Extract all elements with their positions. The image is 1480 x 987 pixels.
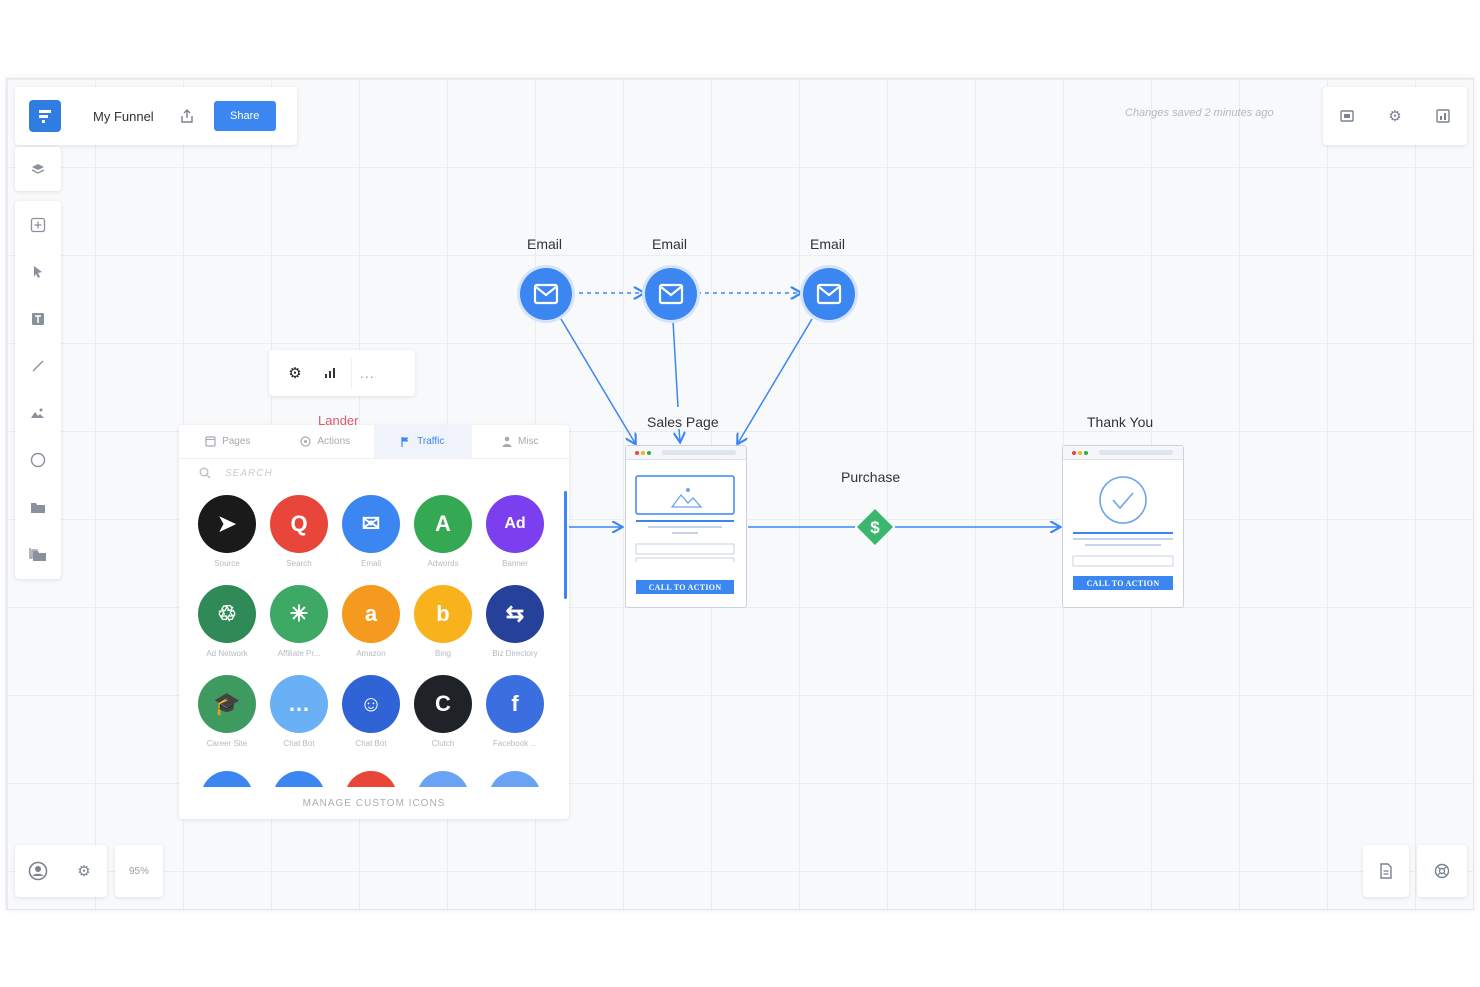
dollar-diamond-icon: $: [857, 509, 893, 545]
envelope-icon: [658, 283, 684, 305]
email-node-label-3: Email: [810, 236, 846, 252]
thank-you-label: Thank You: [1087, 414, 1154, 430]
email-node-label-1: Email: [527, 236, 563, 252]
purchase-node[interactable]: $: [856, 508, 894, 546]
sales-cta-button: CALL TO ACTION: [636, 580, 734, 594]
envelope-icon: [816, 283, 842, 305]
sales-page-node[interactable]: CALL TO ACTION: [625, 445, 747, 608]
email-node-1[interactable]: [520, 268, 572, 320]
browser-bar: [1063, 446, 1183, 460]
browser-bar: [626, 446, 746, 460]
funnel-editor: My Funnel Share Changes saved 2 minutes …: [6, 78, 1474, 910]
page-wireframe-image-icon: [635, 475, 735, 562]
purchase-label: Purchase: [841, 469, 901, 485]
thank-you-cta-button: CALL TO ACTION: [1073, 576, 1173, 590]
email-node-label-2: Email: [652, 236, 688, 252]
email-node-2[interactable]: [645, 268, 697, 320]
svg-text:$: $: [870, 518, 880, 537]
sales-page-label: Sales Page: [647, 414, 719, 430]
envelope-icon: [533, 283, 559, 305]
thank-you-page-node[interactable]: CALL TO ACTION: [1062, 445, 1184, 608]
checkmark-icon: [1072, 476, 1174, 567]
email-node-3[interactable]: [803, 268, 855, 320]
